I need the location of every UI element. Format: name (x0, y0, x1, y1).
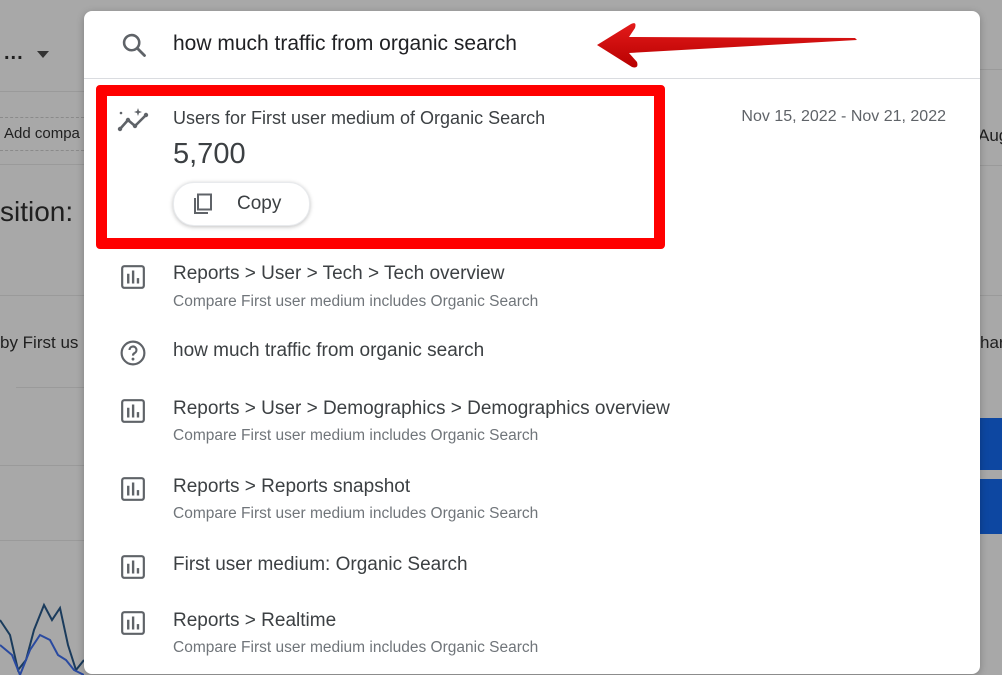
copy-label: Copy (237, 193, 282, 214)
report-chart-icon (121, 265, 145, 289)
report-chart-icon (121, 555, 145, 579)
result-item[interactable]: Reports > User > Demographics > Demograp… (84, 385, 980, 449)
bg-dashed-line (0, 117, 84, 118)
insight-value: 5,700 (173, 138, 246, 170)
search-results: Users for First user medium of Organic S… (84, 79, 980, 674)
bg-divider (0, 164, 84, 165)
result-title: Reports > Realtime (173, 610, 337, 631)
bg-divider (980, 295, 1002, 296)
result-title: Reports > User > Tech > Tech overview (173, 263, 505, 284)
result-title: Reports > User > Demographics > Demograp… (173, 398, 670, 419)
result-item[interactable]: Reports > Reports snapshot Compare First… (84, 463, 980, 527)
result-subtitle: Compare First user medium includes Organ… (173, 427, 539, 444)
bg-divider (0, 91, 84, 92)
bg-bar (980, 418, 1002, 470)
bg-divider (0, 295, 84, 296)
report-chart-icon (121, 477, 145, 501)
bg-divider (0, 465, 84, 466)
insight-title: Users for First user medium of Organic S… (173, 108, 546, 128)
copy-icon (194, 193, 212, 214)
bg-divider (16, 387, 84, 388)
bg-date: Aug (978, 126, 1002, 145)
result-title: how much traffic from organic search (173, 340, 485, 361)
bg-line-chart (0, 602, 84, 675)
insight-date-range: Nov 15, 2022 - Nov 21, 2022 (741, 108, 946, 125)
search-icon (122, 33, 146, 57)
report-chart-icon (121, 611, 145, 635)
bg-dashed-line (0, 150, 84, 151)
search-dialog: Users for First user medium of Organic S… (84, 11, 980, 674)
bg-divider (980, 165, 1002, 166)
result-item[interactable]: how much traffic from organic search (84, 327, 980, 377)
result-item[interactable]: First user medium: Organic Search (84, 541, 980, 591)
insight-card[interactable]: Users for First user medium of Organic S… (84, 79, 980, 239)
search-input[interactable] (173, 28, 873, 60)
result-title: First user medium: Organic Search (173, 554, 468, 575)
copy-button[interactable]: Copy (173, 182, 310, 226)
result-subtitle: Compare First user medium includes Organ… (173, 639, 539, 656)
bg-bar (980, 479, 1002, 534)
result-item[interactable]: Reports > Realtime Compare First user me… (84, 597, 980, 661)
bg-divider (0, 540, 84, 541)
bg-right-label: har (980, 333, 1002, 352)
help-circle-icon (120, 340, 146, 366)
result-subtitle: Compare First user medium includes Organ… (173, 293, 539, 310)
bg-label: by First us (0, 333, 79, 352)
search-bar (84, 11, 980, 79)
result-item[interactable]: Reports > User > Tech > Tech overview Co… (84, 251, 980, 311)
bg-dropdown-icon (37, 51, 49, 58)
insights-icon (117, 108, 149, 132)
bg-divider (980, 69, 1002, 70)
bg-add-comparison[interactable]: Add compa (4, 125, 80, 142)
report-chart-icon (121, 399, 145, 423)
result-title: Reports > Reports snapshot (173, 476, 411, 497)
bg-heading: sition: (0, 196, 74, 227)
bg-ellipsis: ... (4, 42, 24, 64)
result-subtitle: Compare First user medium includes Organ… (173, 505, 539, 522)
